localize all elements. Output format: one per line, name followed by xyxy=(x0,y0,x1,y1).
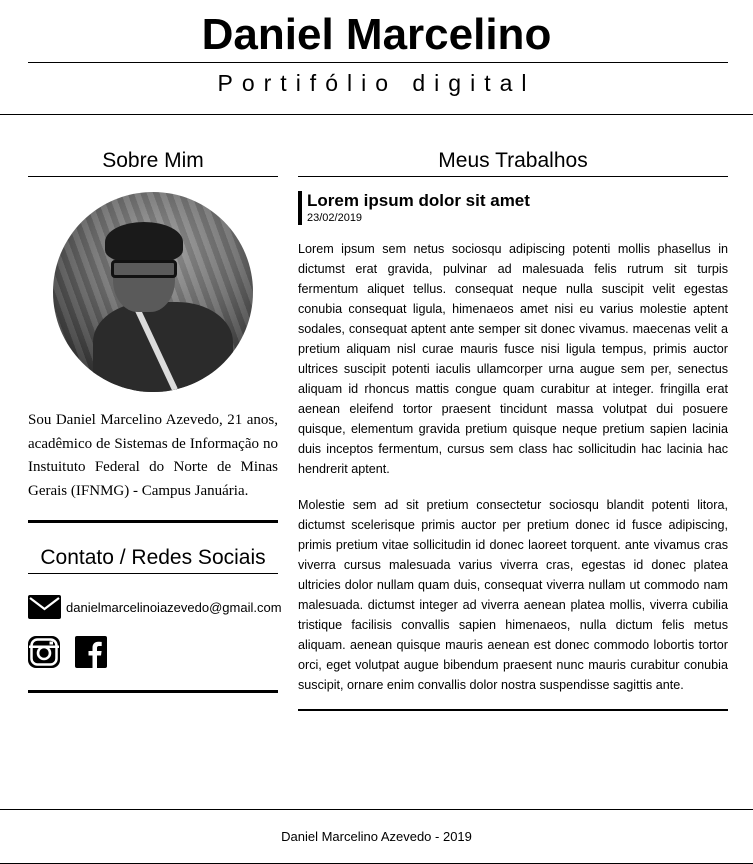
email-contact[interactable]: danielmarcelinoiazevedo@gmail.com xyxy=(28,594,282,620)
site-title: Daniel Marcelino xyxy=(201,10,552,59)
site-header: Daniel Marcelino Portifólio digital xyxy=(0,0,753,115)
site-footer: Daniel Marcelino Azevedo - 2019 xyxy=(0,809,753,864)
footer-text: Daniel Marcelino Azevedo - 2019 xyxy=(281,829,472,844)
mail-icon xyxy=(28,595,61,619)
site-subtitle: Portifólio digital xyxy=(217,70,536,96)
post-title: Lorem ipsum dolor sit amet xyxy=(307,191,530,210)
main-content: Meus Trabalhos Lorem ipsum dolor sit ame… xyxy=(298,146,728,711)
sidebar-bottom-divider xyxy=(28,690,278,693)
contact-title: Contato / Redes Sociais xyxy=(28,543,278,574)
works-title: Meus Trabalhos xyxy=(298,146,728,177)
post-paragraph: Lorem ipsum sem netus sociosqu adipiscin… xyxy=(298,242,728,476)
profile-photo xyxy=(53,192,253,392)
instagram-icon[interactable] xyxy=(28,636,60,668)
header-divider xyxy=(28,62,728,63)
post-paragraph: Molestie sem ad sit pretium consectetur … xyxy=(298,498,728,692)
about-title: Sobre Mim xyxy=(28,146,278,177)
post-end-divider xyxy=(298,709,728,711)
sidebar: Sobre Mim Sou Daniel Marcelino Azevedo, … xyxy=(28,146,282,693)
post-date: 23/02/2019 xyxy=(307,212,363,224)
email-address[interactable]: danielmarcelinoiazevedo@gmail.com xyxy=(66,600,282,615)
about-text: Sou Daniel Marcelino Azevedo, 21 anos, a… xyxy=(28,412,278,499)
social-links xyxy=(28,636,278,668)
sidebar-divider xyxy=(28,520,278,523)
facebook-icon[interactable] xyxy=(75,636,107,668)
post-header: Lorem ipsum dolor sit amet 23/02/2019 xyxy=(298,191,728,225)
